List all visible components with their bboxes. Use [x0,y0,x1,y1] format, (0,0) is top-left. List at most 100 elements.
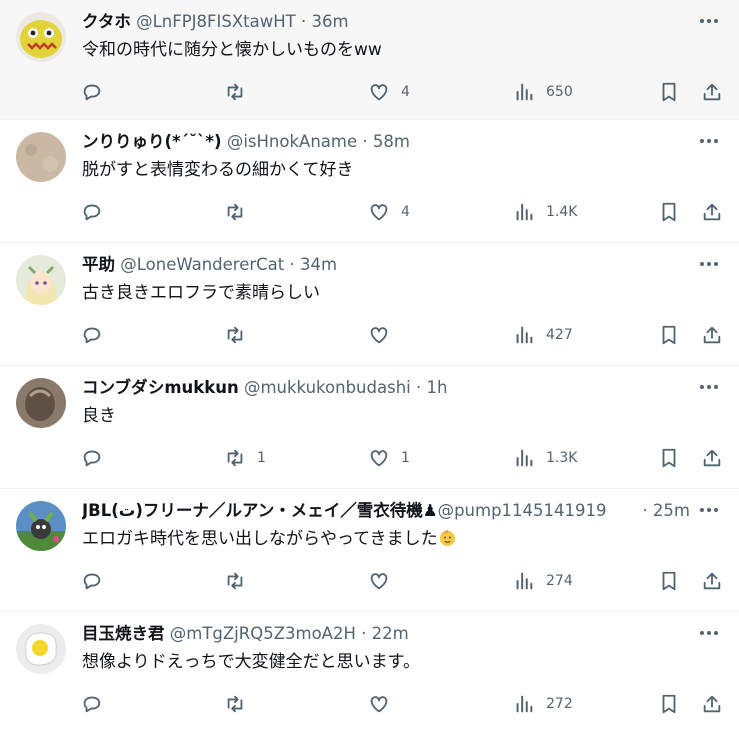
avatar[interactable] [16,501,66,551]
tweet-actions: 4 650 [0,70,739,114]
timestamp[interactable]: 22m [372,624,409,643]
tweet-text-wrap: エロガキ時代を思い出しながらやってきました [82,527,719,551]
bookmark-button[interactable] [658,436,680,480]
heart-icon [370,327,388,344]
timestamp[interactable]: 58m [373,132,410,151]
avatar[interactable] [16,12,66,62]
share-button[interactable] [701,70,723,114]
tweet-actions: 272 [0,682,739,726]
tweet[interactable]: コンブダシmukkun @mukkukonbudashi · 1h 良き 1 1 [0,366,739,489]
user-handle[interactable]: @pump1145141919 [438,501,607,520]
views-chart-icon [516,449,533,467]
bookmark-icon [662,202,676,222]
tweet[interactable]: ンりりゅり(*´˘`*) @isHnokAname · 58m 脱がすと表情変わ… [0,120,739,243]
reply-button[interactable] [81,682,114,726]
tweet[interactable]: クタホ @LnFPJ8FISXtawHT · 36m 令和の時代に随分と懐かしい… [0,0,739,120]
like-button[interactable] [368,313,401,357]
share-button[interactable] [701,436,723,480]
avatar[interactable] [16,624,66,674]
avatar[interactable] [16,132,66,182]
views-button[interactable]: 1.4K [513,190,577,234]
retweet-button[interactable]: 1 [224,436,266,480]
bookmark-button[interactable] [658,559,680,603]
user-handle[interactable]: @mTgZjRQ5Z3moA2H [170,624,356,643]
share-button[interactable] [701,559,723,603]
separator: · [415,378,422,397]
user-handle[interactable]: @LnFPJ8FISXtawHT [136,12,296,31]
tweet-header: ンりりゅり(*´˘`*) @isHnokAname · 58m [82,131,679,153]
tweet-text: 古き良きエロフラで素晴らしい [82,283,320,303]
views-button[interactable]: 274 [513,559,573,603]
views-button[interactable]: 427 [513,313,573,357]
share-icon [703,695,721,713]
view-count: 650 [546,84,573,100]
more-options-icon[interactable] [697,129,721,153]
retweet-button[interactable] [224,70,257,114]
tweet-actions: 274 [0,559,739,603]
reply-button[interactable] [81,559,114,603]
more-options-icon[interactable] [697,252,721,276]
more-options-icon[interactable] [697,9,721,33]
like-count: 4 [401,204,410,220]
user-handle[interactable]: @mukkukonbudashi [244,378,411,397]
avatar[interactable] [16,255,66,305]
timestamp[interactable]: 1h [426,378,447,397]
retweet-button[interactable] [224,313,257,357]
avatar[interactable] [16,378,66,428]
reply-button[interactable] [81,436,114,480]
view-count: 272 [546,696,573,712]
reply-button[interactable] [81,190,114,234]
bookmark-button[interactable] [658,313,680,357]
tweet-text: 想像よりドえっちで大変健全だと思います。 [82,652,420,672]
like-button[interactable]: 1 [368,436,410,480]
display-name[interactable]: 目玉焼き君 [82,624,165,643]
tweet[interactable]: 目玉焼き君 @mTgZjRQ5Z3moA2H · 22m 想像よりドえっちで大変… [0,612,739,735]
share-button[interactable] [701,313,723,357]
more-options-icon[interactable] [697,498,721,522]
reply-button[interactable] [81,313,114,357]
like-button[interactable]: 4 [368,70,410,114]
user-handle[interactable]: @isHnokAname [227,132,357,151]
display-name[interactable]: コンブダシmukkun [82,378,239,397]
separator: · [642,501,648,520]
share-icon [703,326,721,344]
reply-button[interactable] [81,70,114,114]
views-chart-icon [516,572,533,590]
view-count: 1.3K [546,450,578,466]
share-button[interactable] [701,190,723,234]
like-button[interactable]: 4 [368,190,410,234]
timestamp[interactable]: 36m [312,12,349,31]
heart-icon [370,696,388,713]
views-button[interactable]: 650 [513,70,573,114]
separator: · [289,255,295,274]
user-handle[interactable]: @LoneWandererCat [120,255,284,274]
like-button[interactable] [368,559,401,603]
view-count: 427 [546,327,573,343]
timestamp[interactable]: 25m [653,501,690,520]
tweet-header: 平助 @LoneWandererCat · 34m [82,254,679,276]
like-button[interactable] [368,682,401,726]
share-icon [703,83,721,101]
views-button[interactable]: 1.3K [513,436,577,480]
more-options-icon[interactable] [697,621,721,645]
separator: · [361,624,367,643]
timestamp[interactable]: 34m [300,255,337,274]
display-name[interactable]: ンりりゅり(*´˘`*) [82,132,222,151]
retweet-button[interactable] [224,559,257,603]
display-name[interactable]: JBL(ت)フリーナ／ルアン・メェイ／雪衣待機♟ [82,501,438,520]
display-name[interactable]: クタホ [82,12,131,31]
views-chart-icon [516,695,533,713]
retweet-button[interactable] [224,190,257,234]
display-name[interactable]: 平助 [82,255,115,274]
share-button[interactable] [701,682,723,726]
bookmark-button[interactable] [658,682,680,726]
retweet-button[interactable] [224,682,257,726]
tweet[interactable]: 平助 @LoneWandererCat · 34m 古き良きエロフラで素晴らしい [0,243,739,366]
bookmark-button[interactable] [658,70,680,114]
tweet[interactable]: JBL(ت)フリーナ／ルアン・メェイ／雪衣待機♟@pump1145141919 … [0,489,739,612]
reply-icon [83,450,101,467]
tweet-feed: クタホ @LnFPJ8FISXtawHT · 36m 令和の時代に随分と懐かしい… [0,0,739,735]
more-options-icon[interactable] [697,375,721,399]
views-button[interactable]: 272 [513,682,573,726]
bookmark-button[interactable] [658,190,680,234]
